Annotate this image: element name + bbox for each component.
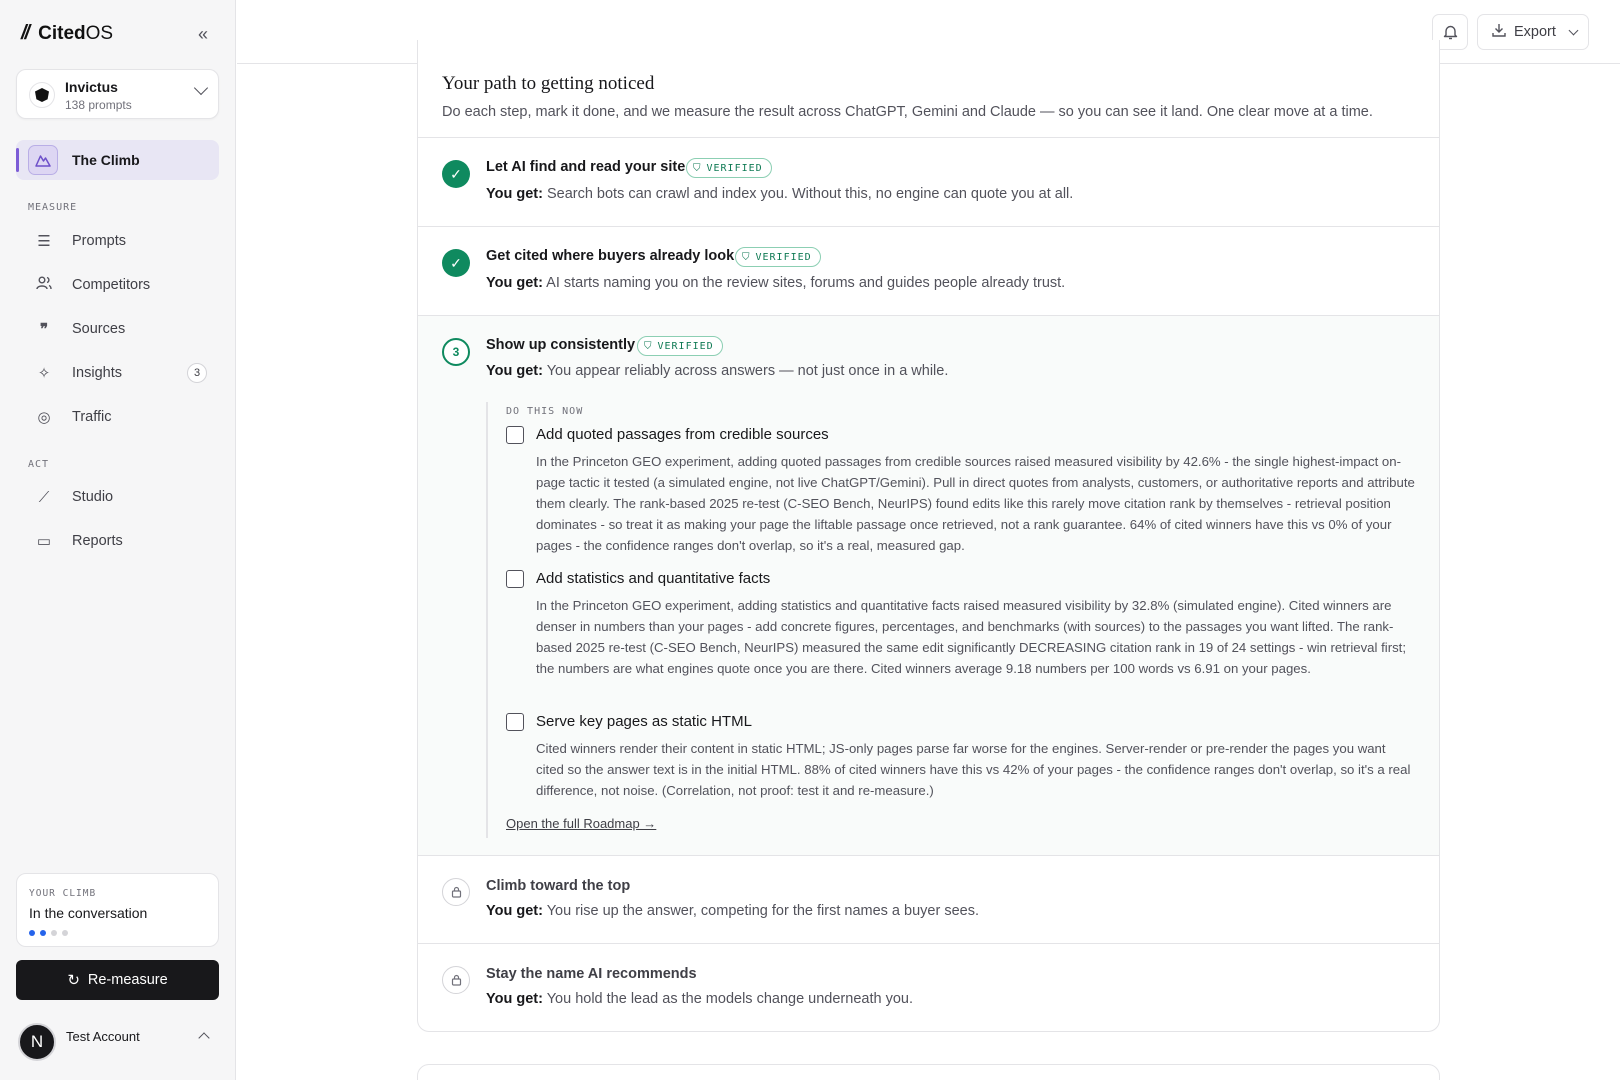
sidebar-item-label: Prompts bbox=[72, 233, 126, 249]
step-title: Get cited where buyers already look bbox=[486, 248, 735, 264]
step-benefit: You get: You appear reliably across answ… bbox=[486, 363, 949, 379]
progress-dot bbox=[29, 930, 35, 936]
section-label-act: ACT bbox=[28, 459, 50, 470]
re-measure-button[interactable]: ↻ Re-measure bbox=[16, 960, 219, 1000]
lock-icon bbox=[442, 966, 470, 994]
climb-status-card: YOUR CLIMB In the conversation bbox=[16, 873, 219, 947]
sidebar-item-label: Traffic bbox=[72, 409, 112, 425]
shield-check-icon: ⛉ bbox=[644, 340, 653, 352]
lock-icon bbox=[442, 878, 470, 906]
task-description: Cited winners render their content in st… bbox=[536, 741, 1411, 798]
workspace-logo-icon bbox=[29, 82, 55, 108]
step-benefit: You get: Search bots can crawl and index… bbox=[486, 186, 1074, 202]
do-this-now-panel: DO THIS NOW Add quoted passages from cre… bbox=[486, 402, 1415, 838]
step-title: Climb toward the top bbox=[486, 878, 631, 894]
mountain-icon bbox=[28, 145, 58, 175]
open-roadmap-link[interactable]: Open the full Roadmap → bbox=[506, 816, 656, 831]
wand-icon: ⟋ bbox=[38, 488, 50, 506]
sidebar: // CitedOS « Invictus 138 prompts The Cl… bbox=[0, 0, 236, 1080]
brand-name: CitedOS bbox=[38, 22, 114, 44]
climb-progress-dots bbox=[29, 930, 68, 936]
verified-badge: ⛉ VERIFIED bbox=[735, 247, 821, 267]
card-header: Your path to getting noticed Do each ste… bbox=[418, 40, 1439, 138]
sidebar-item-insights[interactable]: ✧ Insights 3 bbox=[16, 354, 219, 392]
sidebar-item-label: Insights bbox=[72, 365, 122, 381]
radar-icon: ◎ bbox=[37, 409, 51, 426]
task-title: Serve key pages as static HTML bbox=[536, 713, 752, 730]
task-title: Add quoted passages from credible source… bbox=[536, 426, 829, 443]
presentation-icon: ▭ bbox=[36, 533, 52, 550]
sidebar-item-prompts[interactable]: ☰ Prompts bbox=[16, 222, 219, 260]
check-icon: ✓ bbox=[442, 249, 470, 277]
verified-badge: ⛉ VERIFIED bbox=[637, 336, 723, 356]
brand-mark-icon: // bbox=[21, 22, 30, 44]
collapse-sidebar-icon[interactable]: « bbox=[192, 24, 214, 46]
task-checkbox[interactable] bbox=[506, 426, 524, 444]
sidebar-item-competitors[interactable]: Competitors bbox=[16, 266, 219, 304]
sparkles-icon: ✧ bbox=[37, 365, 51, 382]
step-benefit: You get: AI starts naming you on the rev… bbox=[486, 275, 1066, 291]
chevron-down-icon bbox=[1568, 25, 1579, 35]
progress-dot bbox=[51, 930, 57, 936]
path-card: Your path to getting noticed Do each ste… bbox=[417, 40, 1440, 1032]
sidebar-item-reports[interactable]: ▭ Reports bbox=[16, 522, 219, 560]
step-2: ✓ Get cited where buyers already look ⛉ V… bbox=[418, 227, 1439, 316]
step-benefit: You get: You hold the lead as the models… bbox=[486, 991, 913, 1007]
progress-dot bbox=[62, 930, 68, 936]
step-3: 3 Show up consistently ⛉ VERIFIED You get… bbox=[418, 316, 1439, 856]
step-5: Stay the name AI recommends You get: You… bbox=[418, 944, 1439, 1031]
step-4: Climb toward the top You get: You rise u… bbox=[418, 856, 1439, 944]
next-card bbox=[417, 1064, 1440, 1080]
do-this-now-label: DO THIS NOW bbox=[506, 406, 584, 417]
task-description: In the Princeton GEO experiment, adding … bbox=[536, 454, 1415, 553]
sidebar-item-label: The Climb bbox=[72, 152, 140, 168]
account-name: Test Account bbox=[66, 1028, 140, 1044]
brand-logo: // CitedOS bbox=[21, 22, 113, 45]
account-menu[interactable]: N Test Account bbox=[18, 1022, 218, 1062]
chevron-up-icon bbox=[198, 1032, 210, 1044]
progress-dot bbox=[40, 930, 46, 936]
shield-check-icon: ⛉ bbox=[693, 162, 702, 174]
sidebar-item-label: Competitors bbox=[72, 277, 151, 293]
task-checkbox[interactable] bbox=[506, 713, 524, 731]
download-icon bbox=[1492, 23, 1506, 41]
workspace-name: Invictus bbox=[65, 79, 118, 95]
re-measure-label: Re-measure bbox=[87, 972, 168, 988]
workspace-switcher[interactable]: Invictus 138 prompts bbox=[16, 69, 219, 119]
quote-icon: ❞ bbox=[39, 321, 49, 338]
insights-count-badge: 3 bbox=[187, 363, 207, 383]
shield-check-icon: ⛉ bbox=[742, 251, 751, 263]
check-icon: ✓ bbox=[442, 160, 470, 188]
avatar: N bbox=[18, 1023, 56, 1061]
sidebar-item-traffic[interactable]: ◎ Traffic bbox=[16, 398, 219, 436]
step-1: ✓ Let AI find and read your site ⛉ VERIFI… bbox=[418, 138, 1439, 227]
export-label: Export bbox=[1514, 24, 1556, 40]
sidebar-item-label: Reports bbox=[72, 533, 123, 549]
refresh-icon: ↻ bbox=[67, 972, 80, 989]
verified-badge: ⛉ VERIFIED bbox=[686, 158, 772, 178]
sidebar-item-the-climb[interactable]: The Climb bbox=[16, 140, 219, 180]
list-check-icon: ☰ bbox=[37, 233, 51, 250]
section-label-measure: MEASURE bbox=[28, 202, 78, 213]
workspace-prompt-count: 138 prompts bbox=[65, 98, 132, 112]
page-title: Your path to getting noticed bbox=[442, 73, 655, 94]
task-checkbox[interactable] bbox=[506, 570, 524, 588]
step-title: Show up consistently bbox=[486, 337, 636, 353]
sidebar-item-studio[interactable]: ⟋ Studio bbox=[16, 478, 219, 516]
sidebar-item-sources[interactable]: ❞ Sources bbox=[16, 310, 219, 348]
sidebar-item-label: Studio bbox=[72, 489, 114, 505]
export-button[interactable]: Export bbox=[1477, 14, 1589, 50]
step-title: Let AI find and read your site bbox=[486, 159, 686, 175]
step-number-badge: 3 bbox=[442, 338, 470, 366]
climb-label: YOUR CLIMB bbox=[29, 888, 97, 899]
task-description: In the Princeton GEO experiment, adding … bbox=[536, 598, 1407, 676]
step-title: Stay the name AI recommends bbox=[486, 966, 697, 982]
climb-value: In the conversation bbox=[29, 905, 148, 921]
sidebar-item-label: Sources bbox=[72, 321, 126, 337]
card-description: Do each step, mark it done, and we measu… bbox=[442, 104, 1373, 120]
chevron-down-icon bbox=[193, 80, 209, 96]
task-title: Add statistics and quantitative facts bbox=[536, 570, 771, 587]
step-benefit: You get: You rise up the answer, competi… bbox=[486, 903, 979, 919]
users-icon bbox=[34, 276, 54, 294]
